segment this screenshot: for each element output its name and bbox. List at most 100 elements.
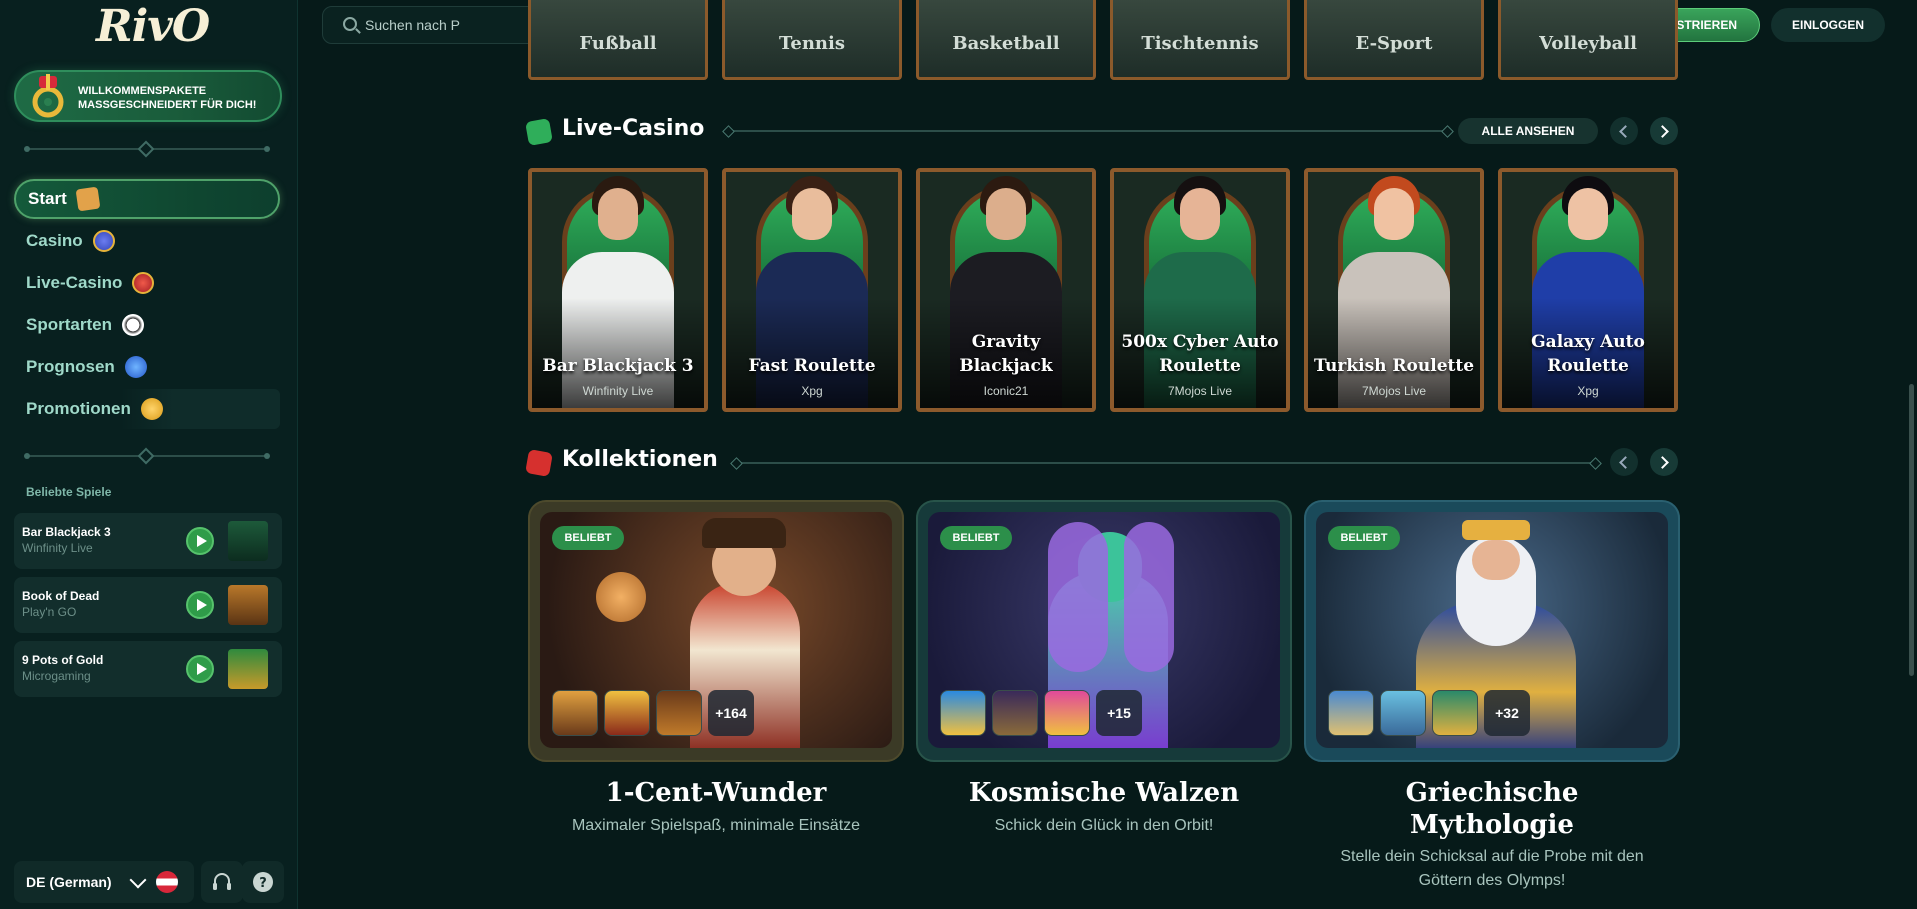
language-label: DE (German): [26, 874, 112, 890]
popular-badge: BELIEBT: [552, 526, 624, 550]
section-divider: [728, 130, 1448, 132]
live-game-name: 500x Cyber Auto Roulette: [1121, 332, 1279, 376]
live-game-name: Galaxy Auto Roulette: [1531, 332, 1645, 376]
help-button[interactable]: ?: [242, 861, 284, 903]
sidebar-item-live-casino[interactable]: Live-Casino: [14, 263, 280, 303]
collections-heading: Kollektionen: [562, 447, 718, 472]
sport-label: E-Sport: [1355, 33, 1433, 54]
favorite-game-provider: Microgaming: [22, 669, 91, 683]
gift-icon: [140, 398, 163, 420]
sidebar-item-start[interactable]: Start: [14, 179, 280, 219]
brand-logo[interactable]: RivO: [96, 2, 210, 52]
sidebar-item-casino[interactable]: Casino: [14, 221, 280, 261]
carousel-prev-button[interactable]: [1610, 117, 1638, 145]
carousel-next-button[interactable]: [1650, 448, 1678, 476]
collection-card-1-cent[interactable]: BELIEBT +164: [528, 500, 904, 762]
live-game-card[interactable]: Fast Roulette Xpg: [722, 168, 902, 412]
live-game-card[interactable]: Turkish Roulette 7Mojos Live: [1304, 168, 1484, 412]
welcome-line-2: MASSGESCHNEIDERT FÜR DICH!: [78, 99, 257, 111]
sport-tile-tischtennis[interactable]: Tischtennis: [1110, 0, 1290, 80]
game-thumbnail[interactable]: [228, 585, 268, 625]
soccer-ball-icon: [121, 314, 144, 336]
welcome-line-1: WILLKOMMENSPAKETE: [78, 85, 207, 97]
favorites-heading: Beliebte Spiele: [26, 485, 112, 499]
collection-card-kosmische-walzen[interactable]: BELIEBT +15: [916, 500, 1292, 762]
live-game-provider: Xpg: [801, 384, 823, 398]
favorite-game[interactable]: 9 Pots of Gold Microgaming: [14, 641, 282, 697]
collection-subtitle: Stelle dein Schicksal auf die Probe mit …: [1340, 848, 1644, 889]
sport-label: Tischtennis: [1141, 33, 1259, 54]
sidebar-item-label: Casino: [26, 231, 83, 250]
live-game-card[interactable]: Bar Blackjack 3 Winfinity Live: [528, 168, 708, 412]
favorite-game-provider: Play'n GO: [22, 605, 77, 619]
sport-tile-basketball[interactable]: Basketball: [916, 0, 1096, 80]
ring-gift-icon: [32, 74, 64, 118]
sport-tile-volleyball[interactable]: Volleyball: [1498, 0, 1678, 80]
welcome-package-banner[interactable]: WILLKOMMENSPAKETE MASSGESCHNEIDERT FÜR D…: [14, 70, 282, 122]
live-game-card[interactable]: Gravity Blackjack Iconic21: [916, 168, 1096, 412]
sport-label: Volleyball: [1539, 33, 1637, 54]
collection-title[interactable]: Griechische Mythologie: [1352, 777, 1632, 841]
game-thumbnail: [552, 690, 598, 736]
play-button[interactable]: [186, 591, 214, 619]
game-thumbnail: [656, 690, 702, 736]
game-thumbnail: [940, 690, 986, 736]
collection-title[interactable]: Kosmische Walzen: [916, 777, 1292, 809]
collection-dice-icon: [525, 449, 553, 477]
live-game-card[interactable]: 500x Cyber Auto Roulette 7Mojos Live: [1110, 168, 1290, 412]
page-scrollbar[interactable]: [1909, 384, 1914, 676]
svg-text:?: ?: [259, 876, 267, 891]
live-game-name: Bar Blackjack 3: [542, 356, 694, 376]
game-thumbnail: [992, 690, 1038, 736]
sport-label: Tennis: [779, 33, 845, 54]
sidebar-item-label: Promotionen: [26, 399, 131, 418]
sidebar-item-sportarten[interactable]: Sportarten: [14, 305, 280, 345]
more-games-count: +164: [708, 690, 754, 736]
see-all-button[interactable]: ALLE ANSEHEN: [1458, 118, 1598, 144]
live-casino-heading: Live-Casino: [562, 116, 705, 141]
ornament-divider: [24, 140, 270, 158]
play-button[interactable]: [186, 527, 214, 555]
live-game-provider: 7Mojos Live: [1167, 384, 1233, 398]
sport-tile-esport[interactable]: E-Sport: [1304, 0, 1484, 80]
ticket-icon: [75, 186, 101, 212]
favorite-game-name: Bar Blackjack 3: [22, 525, 111, 539]
collection-card-griechische-mythologie[interactable]: BELIEBT +32: [1304, 500, 1680, 762]
sport-label: Basketball: [952, 33, 1060, 54]
popular-badge: BELIEBT: [940, 526, 1012, 550]
support-button[interactable]: [201, 861, 243, 903]
sidebar-item-label: Start: [28, 189, 67, 208]
sidebar-item-label: Live-Casino: [26, 273, 123, 292]
game-thumbnail: [1328, 690, 1374, 736]
popular-badge: BELIEBT: [1328, 526, 1400, 550]
sidebar-item-label: Sportarten: [26, 315, 112, 334]
gem-icon: [92, 230, 115, 252]
favorite-game-provider: Winfinity Live: [22, 541, 93, 555]
headset-icon: [213, 873, 231, 890]
more-games-count: +32: [1484, 690, 1530, 736]
help-icon: ?: [253, 872, 273, 892]
play-button[interactable]: [186, 655, 214, 683]
game-thumbnail[interactable]: [228, 649, 268, 689]
search-query: Suchen nach P: [365, 17, 460, 33]
game-thumbnail: [604, 690, 650, 736]
live-game-provider: 7Mojos Live: [1361, 384, 1427, 398]
carousel-next-button[interactable]: [1650, 117, 1678, 145]
collection-title[interactable]: 1-Cent-Wunder: [528, 777, 904, 809]
login-button[interactable]: EINLOGGEN: [1771, 8, 1885, 42]
sport-tile-fussball[interactable]: Fußball: [528, 0, 708, 80]
favorite-game[interactable]: Book of Dead Play'n GO: [14, 577, 282, 633]
sidebar-item-promotionen[interactable]: Promotionen: [14, 389, 280, 429]
game-thumbnail[interactable]: [228, 521, 268, 561]
ornament-divider: [24, 447, 270, 465]
sport-label: Fußball: [579, 33, 657, 54]
sport-tile-tennis[interactable]: Tennis: [722, 0, 902, 80]
live-game-card[interactable]: Galaxy Auto Roulette Xpg: [1498, 168, 1678, 412]
language-selector[interactable]: DE (German): [14, 861, 194, 903]
austria-flag-icon: [156, 871, 178, 893]
carousel-prev-button[interactable]: [1610, 448, 1638, 476]
sidebar-item-prognosen[interactable]: Prognosen: [14, 347, 280, 387]
favorite-game[interactable]: Bar Blackjack 3 Winfinity Live: [14, 513, 282, 569]
live-game-name: Turkish Roulette: [1313, 356, 1475, 376]
collection-subtitle: Maximaler Spielspaß, minimale Einsätze: [571, 817, 861, 834]
